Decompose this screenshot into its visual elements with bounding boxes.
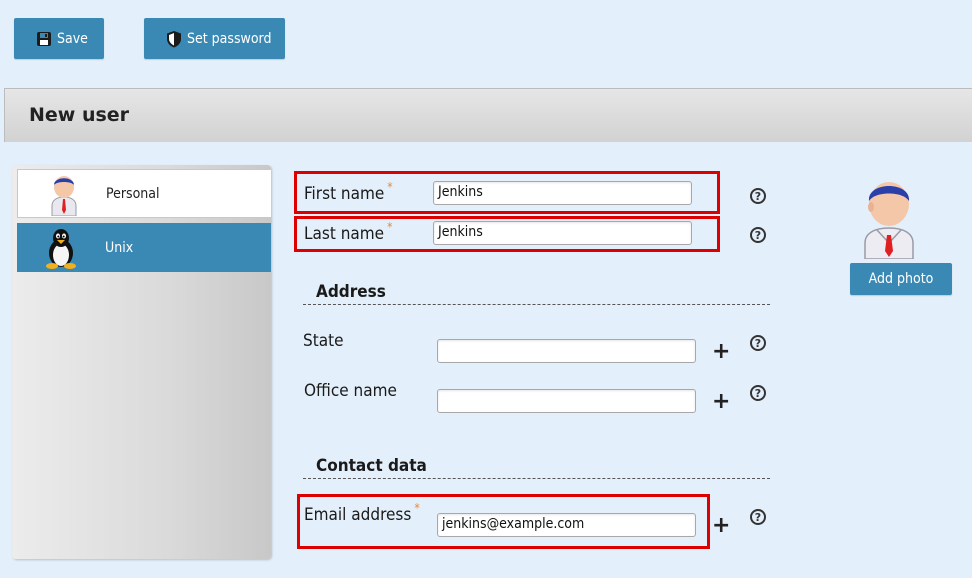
add-photo-button[interactable]: Add photo — [850, 263, 952, 295]
address-section-title: Address — [316, 282, 386, 302]
first-name-label: First name * — [304, 180, 393, 204]
save-button-label: Save — [57, 30, 88, 47]
sidebar-item-label: Personal — [106, 185, 160, 202]
shield-icon — [166, 30, 182, 48]
state-field[interactable] — [437, 339, 696, 363]
help-icon[interactable]: ? — [750, 188, 766, 204]
sidebar: Personal Unix — [12, 165, 271, 559]
save-button[interactable]: Save — [14, 18, 104, 59]
section-divider — [303, 478, 770, 479]
contact-section-title: Contact data — [316, 456, 427, 476]
add-office-name-button[interactable]: + — [712, 391, 730, 413]
office-name-field[interactable] — [437, 389, 696, 413]
last-name-label: Last name * — [304, 220, 393, 244]
add-photo-button-label: Add photo — [868, 271, 934, 287]
set-password-button[interactable]: Set password — [144, 18, 285, 59]
help-icon[interactable]: ? — [750, 335, 766, 351]
sidebar-item-label: Unix — [105, 239, 134, 256]
help-icon[interactable]: ? — [750, 385, 766, 401]
user-photo-placeholder — [861, 177, 917, 260]
section-divider — [303, 304, 770, 305]
sidebar-item-personal[interactable]: Personal — [17, 169, 271, 218]
panel-header: New user — [4, 88, 972, 142]
add-email-button[interactable]: + — [712, 515, 730, 537]
required-marker: * — [387, 220, 393, 234]
penguin-icon — [39, 226, 83, 270]
user-icon — [42, 172, 86, 216]
set-password-button-label: Set password — [187, 30, 272, 47]
email-label: Email address * — [304, 501, 420, 525]
office-name-label: Office name — [304, 381, 397, 401]
state-label: State — [303, 331, 344, 351]
help-icon[interactable]: ? — [750, 509, 766, 525]
email-field[interactable]: jenkins@example.com — [437, 513, 696, 537]
first-name-field[interactable]: Jenkins — [433, 181, 692, 205]
required-marker: * — [414, 501, 420, 515]
help-icon[interactable]: ? — [750, 227, 766, 243]
last-name-field[interactable]: Jenkins — [433, 221, 692, 245]
sidebar-item-unix[interactable]: Unix — [17, 223, 271, 272]
add-state-button[interactable]: + — [712, 341, 730, 363]
floppy-disk-icon — [36, 31, 52, 47]
page-title: New user — [29, 104, 130, 126]
required-marker: * — [387, 180, 393, 194]
